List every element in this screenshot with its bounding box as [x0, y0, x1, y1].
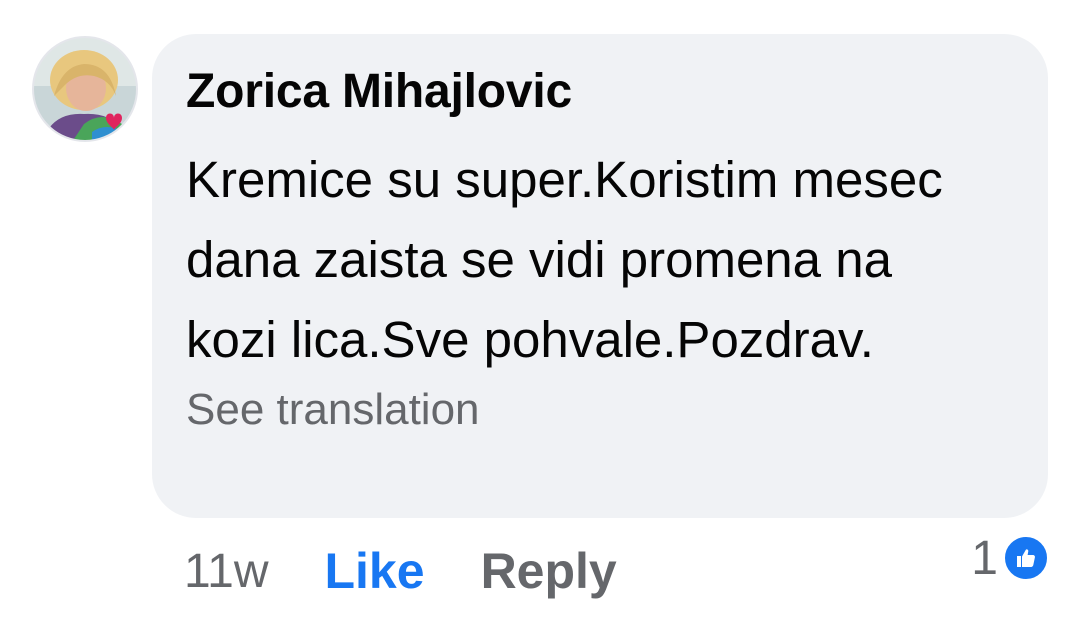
thumbs-up-icon	[1002, 534, 1050, 582]
comment-actions: 11w Like Reply	[184, 536, 617, 606]
avatar[interactable]	[32, 36, 138, 142]
like-button[interactable]: Like	[325, 542, 425, 600]
comment-text: Kremice su super.Koristim mesec dana zai…	[186, 151, 943, 368]
comment-timestamp[interactable]: 11w	[184, 544, 269, 599]
see-translation-link[interactable]: See translation	[186, 382, 1014, 438]
comment-author[interactable]: Zorica Mihajlovic	[186, 62, 1014, 122]
reaction-count: 1	[971, 531, 998, 585]
comment-bubble: Zorica Mihajlovic Kremice su super.Koris…	[152, 34, 1048, 518]
profile-photo	[32, 36, 138, 142]
reply-button[interactable]: Reply	[481, 542, 617, 600]
reaction-summary[interactable]: 1	[971, 530, 1050, 586]
